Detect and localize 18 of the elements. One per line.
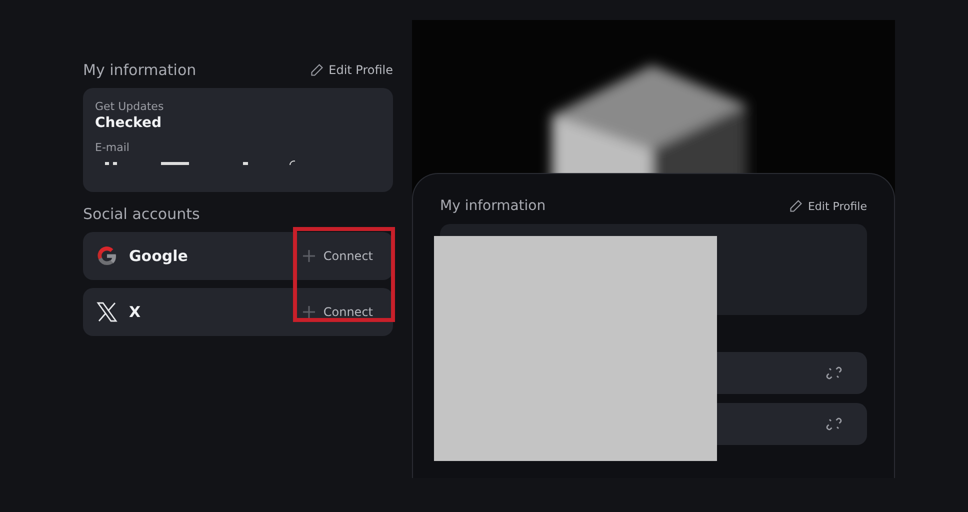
plus-icon <box>303 250 316 262</box>
pencil-icon <box>788 199 803 213</box>
pencil-icon <box>310 63 324 77</box>
google-logo-icon <box>95 244 119 268</box>
section-title: My information <box>83 61 196 79</box>
broken-link-icon <box>825 415 843 433</box>
broken-link-icon <box>825 364 843 382</box>
edit-profile-link[interactable]: Edit Profile <box>788 199 867 213</box>
account-name: Google <box>129 247 189 265</box>
section-title: My information <box>440 198 546 214</box>
section-title: Social accounts <box>83 205 200 223</box>
field-label: Get Updates <box>95 100 165 113</box>
field-label: E-mail <box>95 141 130 154</box>
plus-icon <box>303 306 316 318</box>
account-name: X <box>129 303 142 321</box>
x-logo-icon <box>95 300 119 324</box>
edit-profile-link[interactable]: Edit Profile <box>310 63 393 77</box>
field-value: Checked <box>95 115 162 131</box>
